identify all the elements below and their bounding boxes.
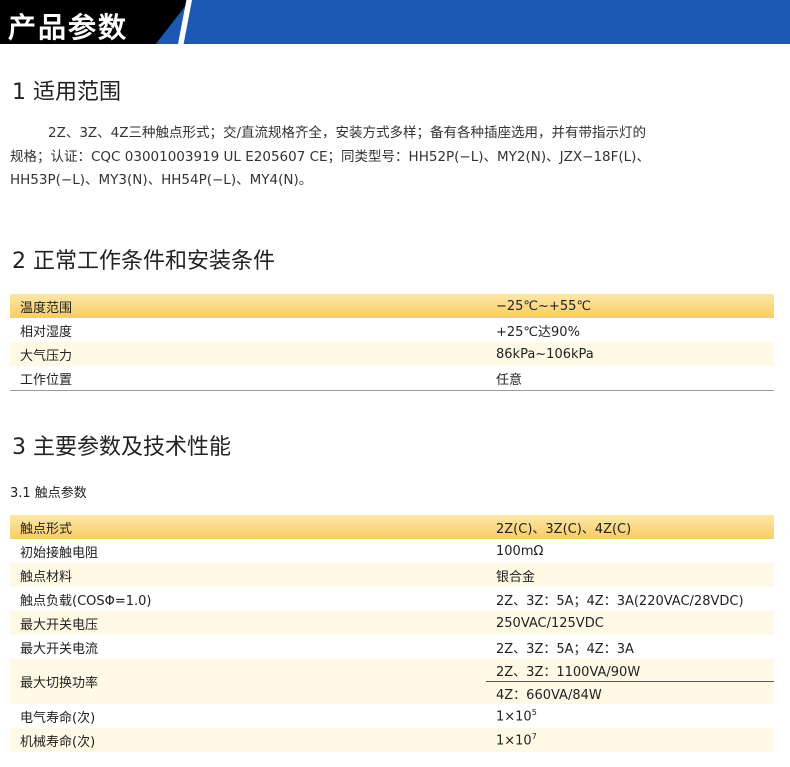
section-1-text: 2Z、3Z、4Z三种触点形式；交/直流规格齐全，安装方式多样；备有各种插座选用，…	[10, 122, 780, 193]
row-value-secondary: 4Z：660VA/84W	[486, 681, 774, 704]
row-label: 大气压力	[10, 342, 486, 366]
section-1-line: 2Z、3Z、4Z三种触点形式；交/直流规格齐全，安装方式多样；备有各种插座选用，…	[48, 125, 647, 141]
table-row: 初始接触电阻 100mΩ	[10, 539, 774, 563]
table-row: 相对湿度 +25℃达90%	[10, 318, 774, 342]
row-label: 初始接触电阻	[10, 539, 486, 563]
header-banner: 产品参数	[0, 0, 790, 44]
value-base: 1×10	[496, 709, 532, 725]
row-value: 100mΩ	[486, 539, 774, 563]
section-1-line: 规格；认证：CQC 03001003919 UL E205607 CE；同类型号…	[10, 148, 650, 165]
section-1-heading: 1 适用范围	[12, 80, 121, 105]
row-value: +25℃达90%	[486, 318, 774, 342]
table-row: 大气压力 86kPa~106kPa	[10, 342, 774, 366]
row-value: 2Z(C)、3Z(C)、4Z(C)	[486, 515, 774, 539]
table-row: 温度范围 −25℃~+55℃	[10, 294, 774, 318]
table-row: 电气寿命(次) 1×105	[10, 704, 774, 728]
table-row: 最大开关电压 250VAC/125VDC	[10, 611, 774, 635]
conditions-table: 温度范围 −25℃~+55℃ 相对湿度 +25℃达90% 大气压力 86kPa~…	[10, 294, 774, 391]
row-value: 2Z、3Z：1100VA/90W	[486, 659, 774, 682]
table-row: 最大开关电流 2Z、3Z：5A；4Z：3A	[10, 635, 774, 659]
table-row: 触点形式 2Z(C)、3Z(C)、4Z(C)	[10, 515, 774, 539]
row-value: 250VAC/125VDC	[486, 611, 774, 635]
row-label: 温度范围	[10, 294, 486, 318]
contact-params-table: 触点形式 2Z(C)、3Z(C)、4Z(C) 初始接触电阻 100mΩ 触点材料…	[10, 515, 774, 752]
row-value: −25℃~+55℃	[486, 294, 774, 318]
row-value: 2Z、3Z：5A；4Z：3A	[486, 635, 774, 659]
table-row: 触点材料 银合金	[10, 563, 774, 587]
row-label: 触点材料	[10, 563, 486, 587]
row-value: 1×105	[486, 704, 774, 728]
value-exponent: 7	[531, 731, 537, 741]
row-value: 任意	[486, 366, 774, 391]
table-row: 最大切换功率 2Z、3Z：1100VA/90W	[10, 659, 774, 704]
section-2-heading: 2 正常工作条件和安装条件	[12, 249, 275, 274]
section-3-subheading: 3.1 触点参数	[10, 486, 87, 501]
row-label: 最大开关电压	[10, 611, 486, 635]
row-label: 相对湿度	[10, 318, 486, 342]
section-1-line: HH53P(−L)、MY3(N)、HH54P(−L)、MY4(N)。	[10, 172, 313, 188]
row-label: 工作位置	[10, 366, 486, 391]
row-label: 机械寿命(次)	[10, 728, 486, 752]
row-label: 触点形式	[10, 515, 486, 539]
table-row: 触点负载(COSΦ=1.0) 2Z、3Z：5A；4Z：3A(220VAC/28V…	[10, 587, 774, 611]
section-3-heading: 3 主要参数及技术性能	[12, 435, 231, 460]
table-row: 工作位置 任意	[10, 366, 774, 391]
value-exponent: 5	[531, 707, 537, 717]
row-label: 最大开关电流	[10, 635, 486, 659]
page-title: 产品参数	[8, 11, 129, 44]
row-value: 2Z、3Z：5A；4Z：3A(220VAC/28VDC)	[486, 587, 774, 611]
row-value: 1×107	[486, 728, 774, 752]
row-value: 银合金	[486, 563, 774, 587]
row-label: 电气寿命(次)	[10, 704, 486, 728]
row-value: 86kPa~106kPa	[486, 342, 774, 366]
table-row: 机械寿命(次) 1×107	[10, 728, 774, 752]
row-label: 触点负载(COSΦ=1.0)	[10, 587, 486, 611]
row-label: 最大切换功率	[10, 659, 486, 704]
value-base: 1×10	[496, 733, 532, 749]
